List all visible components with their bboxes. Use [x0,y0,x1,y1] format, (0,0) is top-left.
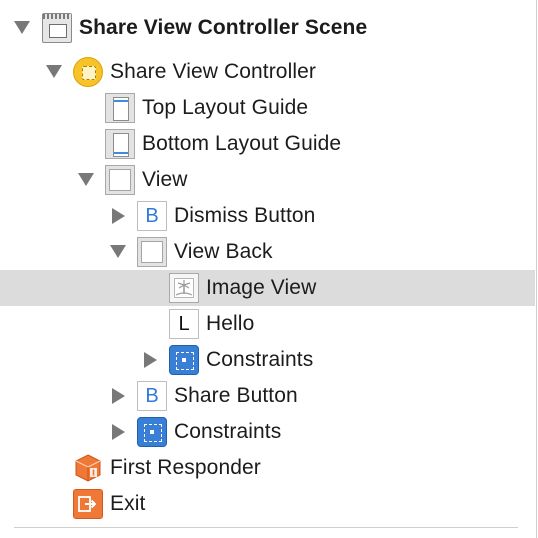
outline-row-view-controller[interactable]: Share View Controller [0,54,535,90]
storyboard-scene-icon [42,13,72,43]
disclosure-triangle-collapsed-icon[interactable] [112,208,125,224]
outline-row-label: View [142,168,188,191]
constraints-icon [137,417,167,447]
outline-row-image-view[interactable]: Image View [0,270,535,306]
outline-row-constraints-inner[interactable]: Constraints [0,342,535,378]
first-responder-icon [73,453,103,483]
view-controller-icon [73,57,103,87]
outline-row-label: Image View [206,276,317,299]
outline-row-scene[interactable]: Share View Controller Scene [0,10,535,46]
disclosure-triangle-expanded-icon[interactable] [110,245,126,258]
outline-row-share-button[interactable]: B Share Button [0,378,535,414]
view-icon [137,237,167,267]
outline-row-dismiss-button[interactable]: B Dismiss Button [0,198,535,234]
outline-row-label: First Responder [110,456,261,479]
outline-row-label: Share Button [174,384,298,407]
outline-row-label: Bottom Layout Guide [142,132,342,155]
disclosure-triangle-collapsed-icon[interactable] [112,388,125,404]
button-icon: B [137,381,167,411]
outline-row-label: Constraints [174,420,282,443]
image-view-icon [169,273,199,303]
bottom-layout-guide-icon [105,129,135,159]
document-outline[interactable]: Share View Controller Scene Share View C… [0,0,537,538]
outline-row-label: Constraints [206,348,314,371]
outline-row-label: Hello [206,312,255,335]
top-layout-guide-icon [105,93,135,123]
disclosure-triangle-collapsed-icon[interactable] [144,352,157,368]
label-icon: L [169,309,199,339]
outline-row-first-responder[interactable]: First Responder [0,450,535,486]
outline-row-view[interactable]: View [0,162,535,198]
outline-row-label: Share View Controller Scene [79,16,368,39]
outline-row-constraints-outer[interactable]: Constraints [0,414,535,450]
view-icon [105,165,135,195]
outline-row-label: Exit [110,492,146,515]
constraints-icon [169,345,199,375]
button-icon: B [137,201,167,231]
outline-row-hello-label[interactable]: L Hello [0,306,535,342]
outline-row-top-layout-guide[interactable]: Top Layout Guide [0,90,535,126]
disclosure-triangle-expanded-icon[interactable] [46,65,62,78]
exit-icon [73,489,103,519]
outline-row-label: Share View Controller [110,60,316,83]
disclosure-triangle-expanded-icon[interactable] [78,173,94,186]
divider [14,527,518,528]
outline-row-view-back[interactable]: View Back [0,234,535,270]
outline-row-bottom-layout-guide[interactable]: Bottom Layout Guide [0,126,535,162]
outline-row-label: View Back [174,240,273,263]
outline-row-exit[interactable]: Exit [0,486,535,522]
disclosure-triangle-expanded-icon[interactable] [14,21,30,34]
disclosure-triangle-collapsed-icon[interactable] [112,424,125,440]
outline-row-label: Top Layout Guide [142,96,309,119]
outline-row-label: Dismiss Button [174,204,316,227]
